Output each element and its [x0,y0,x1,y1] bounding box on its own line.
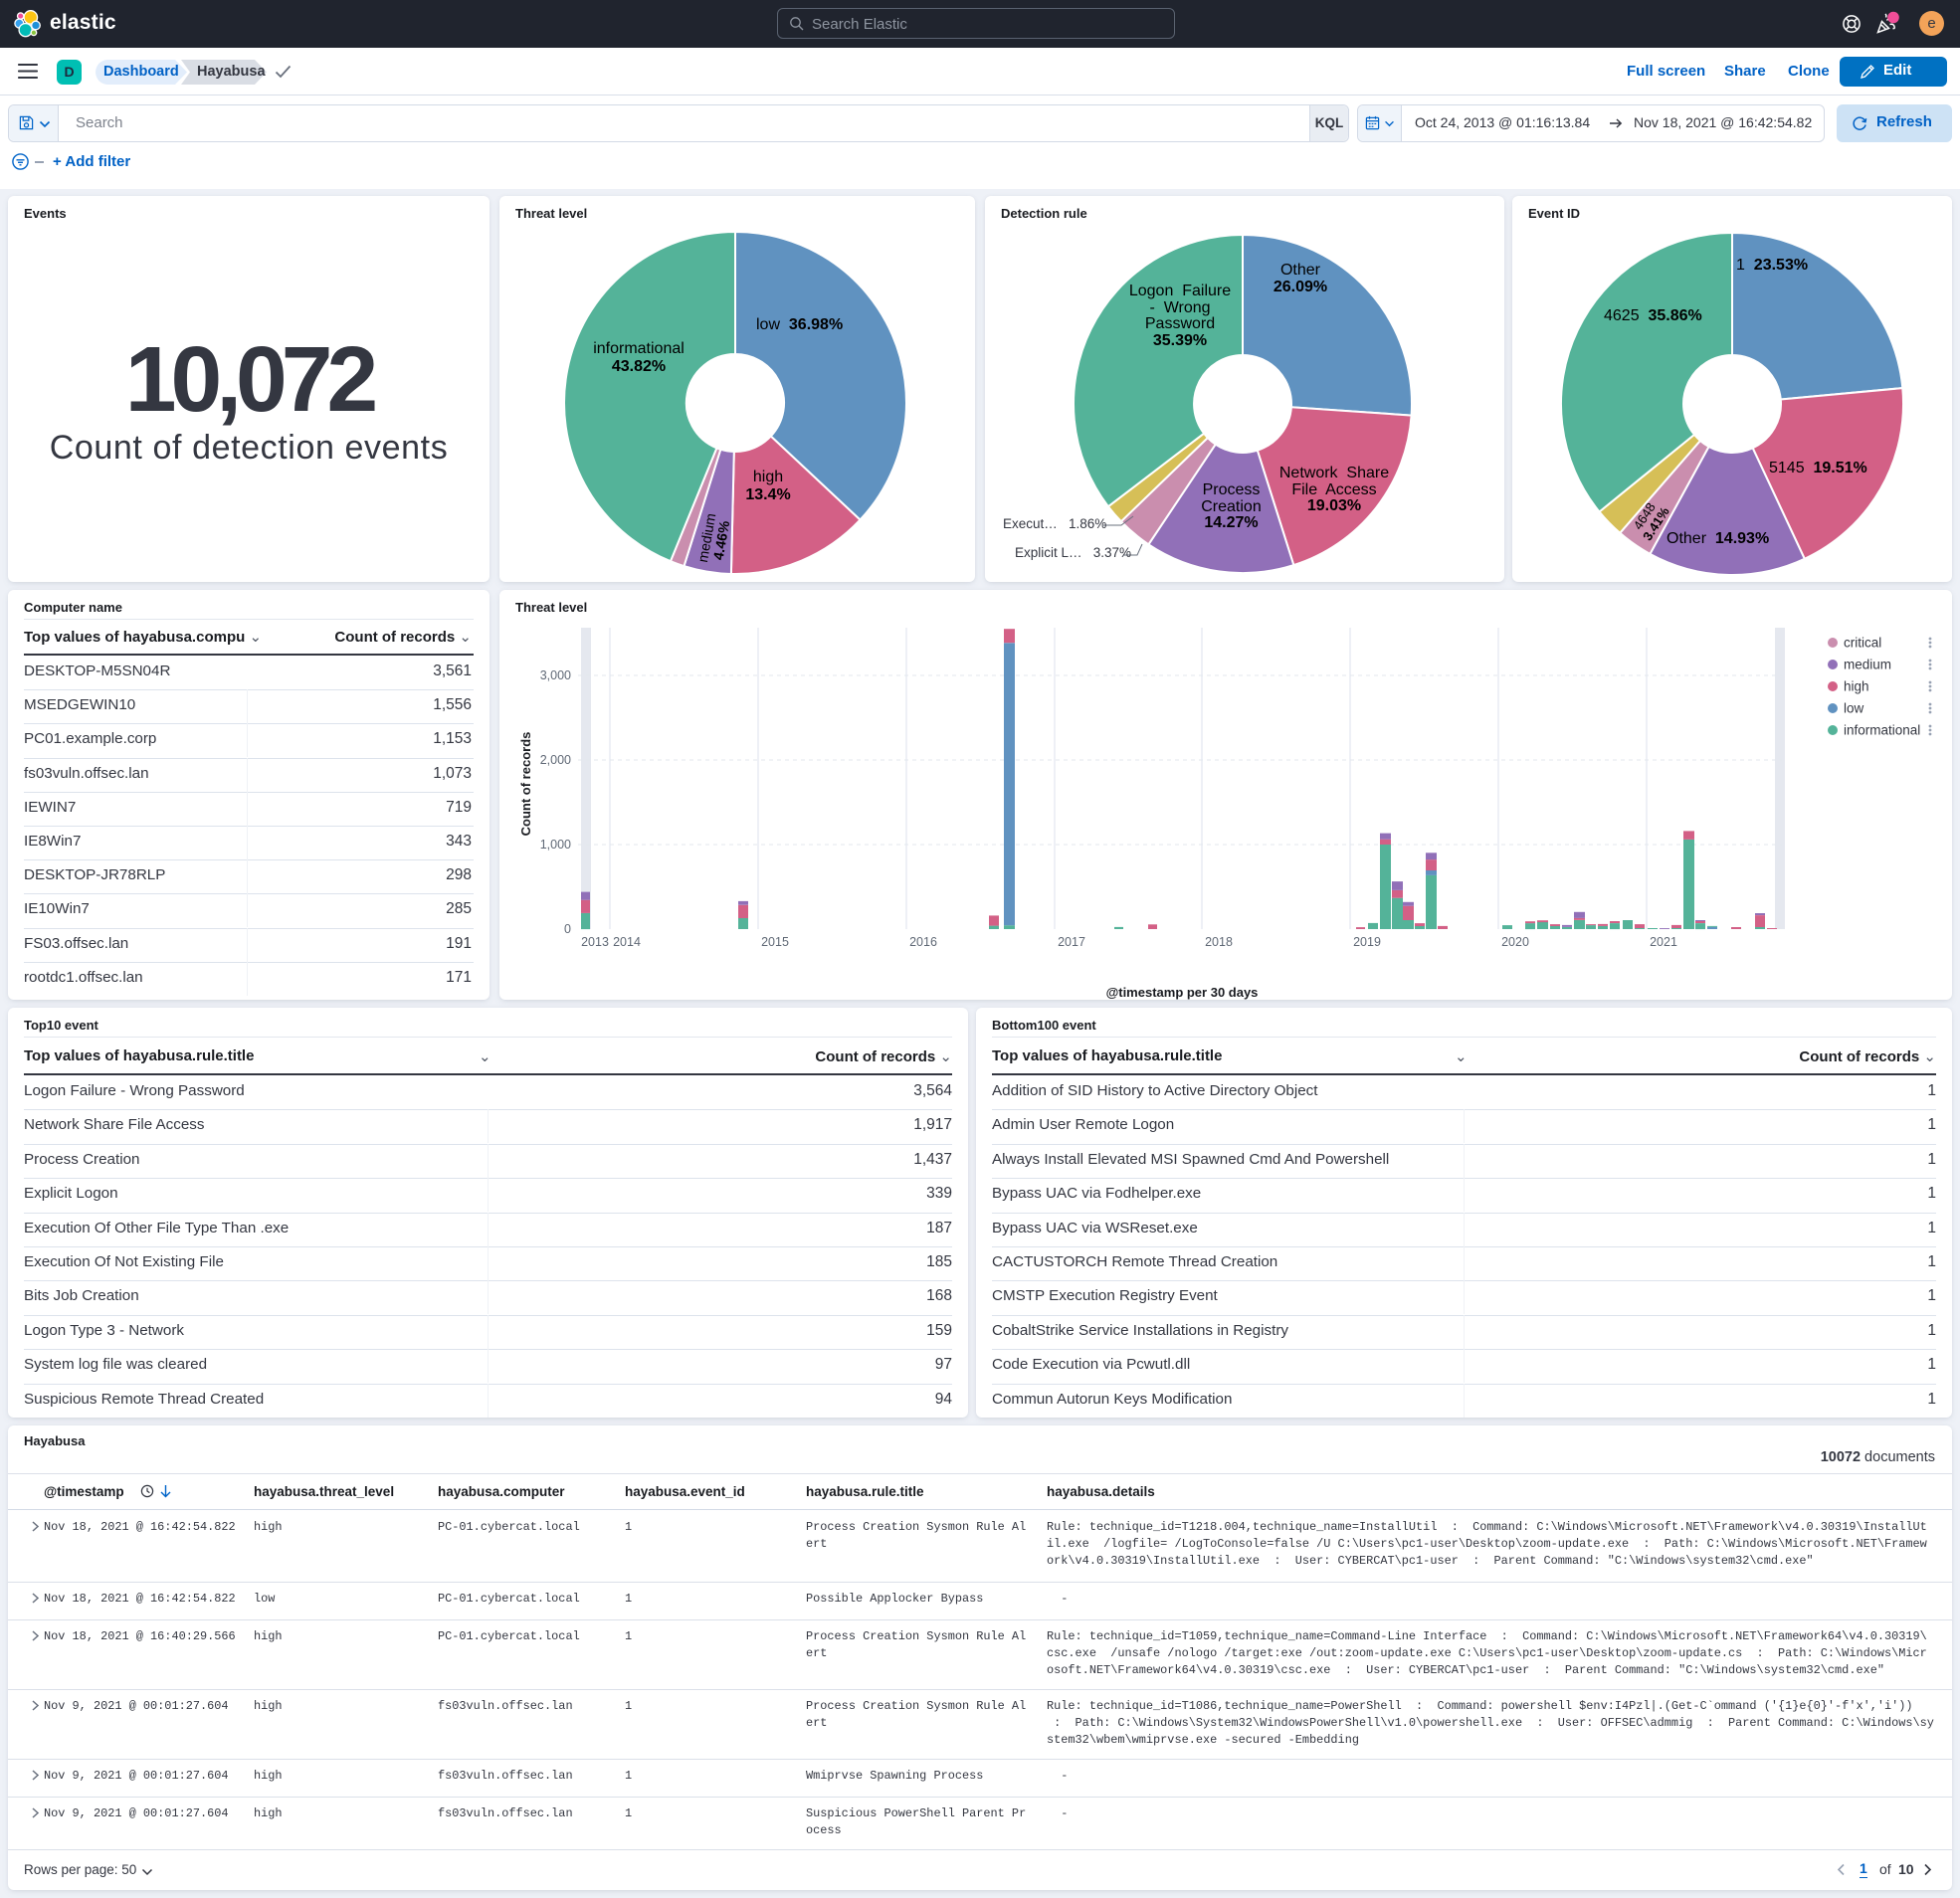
svg-text:@timestamp per 30 days: @timestamp per 30 days [1106,985,1259,1000]
svg-text:2018: 2018 [1205,935,1233,949]
svg-text:critical: critical [1844,636,1881,651]
svg-text:2,000: 2,000 [540,753,571,767]
svg-text:2020: 2020 [1501,935,1529,949]
svg-text:1,000: 1,000 [540,838,571,852]
svg-text:high: high [1844,679,1869,694]
svg-text:2016: 2016 [909,935,937,949]
svg-text:medium: medium [1844,658,1891,672]
svg-text:informational: informational [1844,723,1920,738]
svg-text:2015: 2015 [761,935,789,949]
svg-text:low: low [1844,701,1864,716]
svg-text:2019: 2019 [1353,935,1381,949]
svg-text:2014: 2014 [613,935,641,949]
svg-text:3,000: 3,000 [540,668,571,682]
svg-text:Count of records: Count of records [518,732,533,837]
svg-text:2013: 2013 [581,935,609,949]
svg-text:2017: 2017 [1058,935,1085,949]
svg-text:0: 0 [564,922,571,936]
svg-text:2021: 2021 [1650,935,1677,949]
